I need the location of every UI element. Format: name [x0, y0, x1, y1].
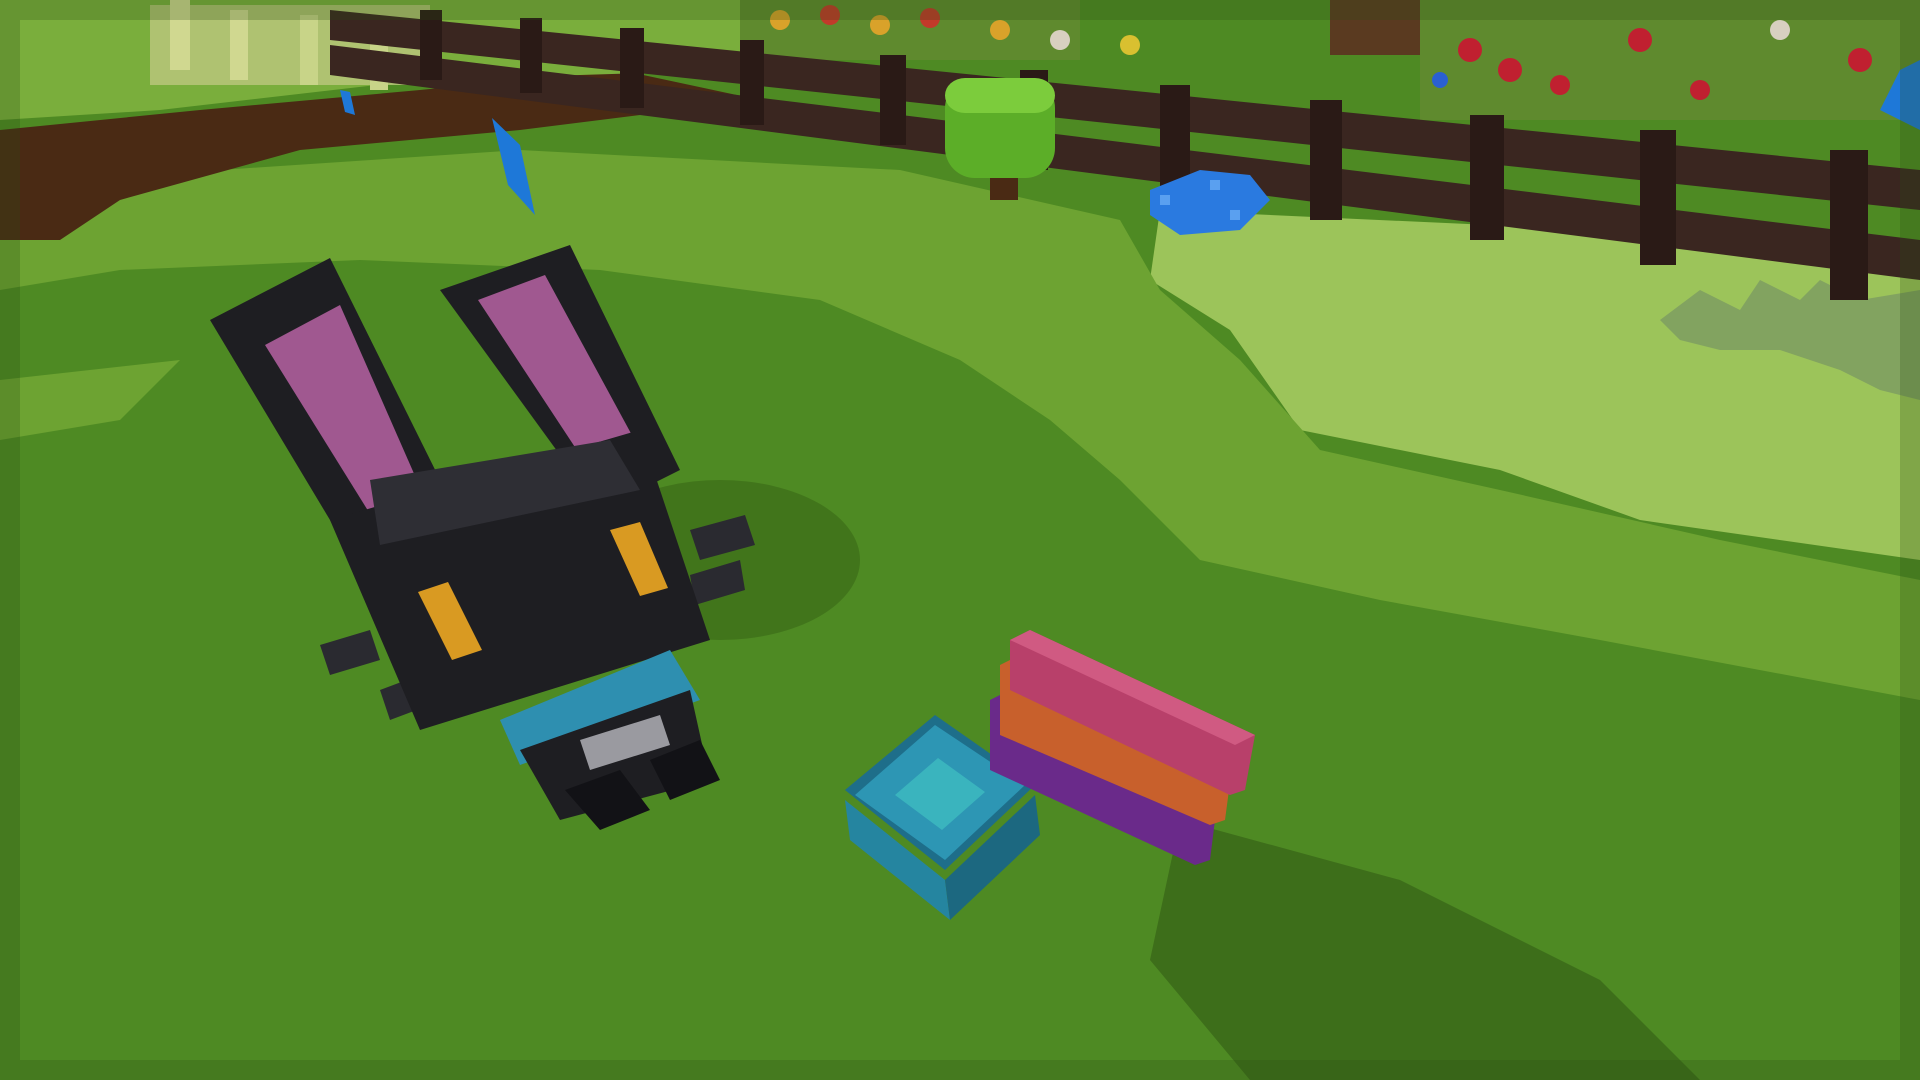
game-scene[interactable]	[0, 0, 1920, 1080]
game-viewport[interactable]	[0, 0, 1920, 1080]
